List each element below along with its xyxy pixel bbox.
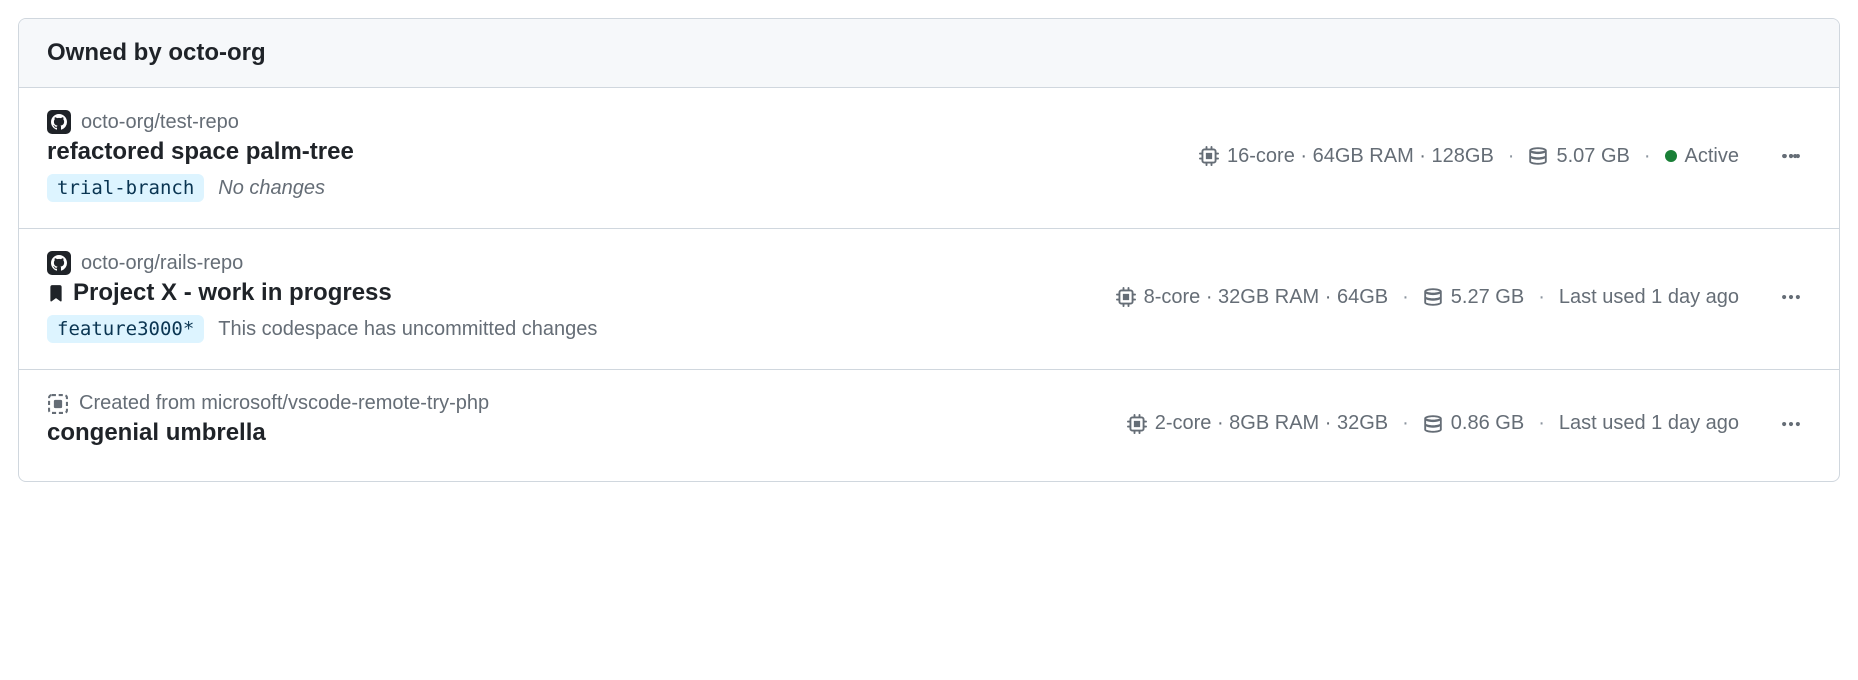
codespace-metrics: 8-core · 32GB RAM · 64GB · 5.27 GB · Las…	[1116, 281, 1811, 313]
actions-menu-button[interactable]	[1771, 140, 1811, 172]
codespace-metrics: 16-core · 64GB RAM · 128GB · 5.07 GB · A…	[1199, 140, 1811, 172]
codespace-title-line: Project X - work in progress	[47, 279, 1096, 307]
repo-line: octo-org/test-repo	[47, 110, 1179, 134]
specs-metric: 16-core · 64GB RAM · 128GB	[1199, 145, 1494, 168]
storage-text: 5.07 GB	[1556, 145, 1629, 168]
cpu-icon	[1127, 414, 1147, 434]
specs-metric: 2-core · 8GB RAM · 32GB	[1127, 412, 1388, 435]
template-icon	[47, 393, 69, 415]
cpu-icon	[1199, 146, 1219, 166]
separator: ·	[1402, 286, 1409, 309]
specs-text: 16-core · 64GB RAM · 128GB	[1227, 145, 1494, 168]
status-text: Active	[1685, 145, 1739, 168]
separator: ·	[1508, 145, 1515, 168]
codespaces-panel: Owned by octo-org octo-org/test-repo ref…	[18, 18, 1840, 482]
codespace-info: octo-org/test-repo refactored space palm…	[47, 110, 1179, 202]
codespace-title-line: congenial umbrella	[47, 419, 1107, 447]
repo-line: octo-org/rails-repo	[47, 251, 1096, 275]
codespace-name[interactable]: refactored space palm-tree	[47, 138, 354, 166]
panel-title: Owned by octo-org	[47, 39, 266, 66]
github-icon	[47, 110, 71, 134]
status-text: Last used 1 day ago	[1559, 412, 1739, 435]
branch-note: No changes	[218, 177, 325, 200]
branch-tag[interactable]: feature3000*	[47, 315, 204, 343]
codespace-row: Created from microsoft/vscode-remote-try…	[19, 370, 1839, 481]
actions-menu-button[interactable]	[1771, 408, 1811, 440]
separator: ·	[1538, 412, 1545, 435]
codespace-info: Created from microsoft/vscode-remote-try…	[47, 392, 1107, 455]
branch-line: feature3000* This codespace has uncommit…	[47, 315, 1096, 343]
bookmark-icon	[47, 284, 65, 302]
status-metric: Active	[1665, 145, 1739, 168]
codespace-name[interactable]: Project X - work in progress	[73, 279, 392, 307]
database-icon	[1423, 287, 1443, 307]
storage-metric: 0.86 GB	[1423, 412, 1524, 435]
status-metric: Last used 1 day ago	[1559, 412, 1739, 435]
codespace-metrics: 2-core · 8GB RAM · 32GB · 0.86 GB · Last…	[1127, 408, 1811, 440]
branch-line: trial-branch No changes	[47, 174, 1179, 202]
database-icon	[1423, 414, 1443, 434]
separator: ·	[1538, 286, 1545, 309]
kebab-icon	[1780, 286, 1802, 308]
repo-name[interactable]: octo-org/test-repo	[81, 111, 239, 134]
panel-header: Owned by octo-org	[19, 19, 1839, 88]
separator: ·	[1402, 412, 1409, 435]
database-icon	[1528, 146, 1548, 166]
storage-metric: 5.27 GB	[1423, 286, 1524, 309]
codespace-row: octo-org/test-repo refactored space palm…	[19, 88, 1839, 229]
status-text: Last used 1 day ago	[1559, 286, 1739, 309]
repo-line: Created from microsoft/vscode-remote-try…	[47, 392, 1107, 415]
storage-metric: 5.07 GB	[1528, 145, 1629, 168]
actions-menu-button[interactable]	[1771, 281, 1811, 313]
codespace-title-line: refactored space palm-tree	[47, 138, 1179, 166]
specs-metric: 8-core · 32GB RAM · 64GB	[1116, 286, 1389, 309]
storage-text: 5.27 GB	[1451, 286, 1524, 309]
cpu-icon	[1116, 287, 1136, 307]
codespace-info: octo-org/rails-repo Project X - work in …	[47, 251, 1096, 343]
specs-text: 2-core · 8GB RAM · 32GB	[1155, 412, 1388, 435]
github-icon	[47, 251, 71, 275]
kebab-icon	[1780, 145, 1802, 167]
codespace-name[interactable]: congenial umbrella	[47, 419, 266, 447]
branch-tag[interactable]: trial-branch	[47, 174, 204, 202]
branch-note: This codespace has uncommitted changes	[218, 318, 597, 341]
status-metric: Last used 1 day ago	[1559, 286, 1739, 309]
repo-name[interactable]: Created from microsoft/vscode-remote-try…	[79, 392, 489, 415]
kebab-icon	[1780, 413, 1802, 435]
separator: ·	[1644, 145, 1651, 168]
storage-text: 0.86 GB	[1451, 412, 1524, 435]
specs-text: 8-core · 32GB RAM · 64GB	[1144, 286, 1389, 309]
repo-name[interactable]: octo-org/rails-repo	[81, 252, 243, 275]
codespace-row: octo-org/rails-repo Project X - work in …	[19, 229, 1839, 370]
status-dot-icon	[1665, 150, 1677, 162]
